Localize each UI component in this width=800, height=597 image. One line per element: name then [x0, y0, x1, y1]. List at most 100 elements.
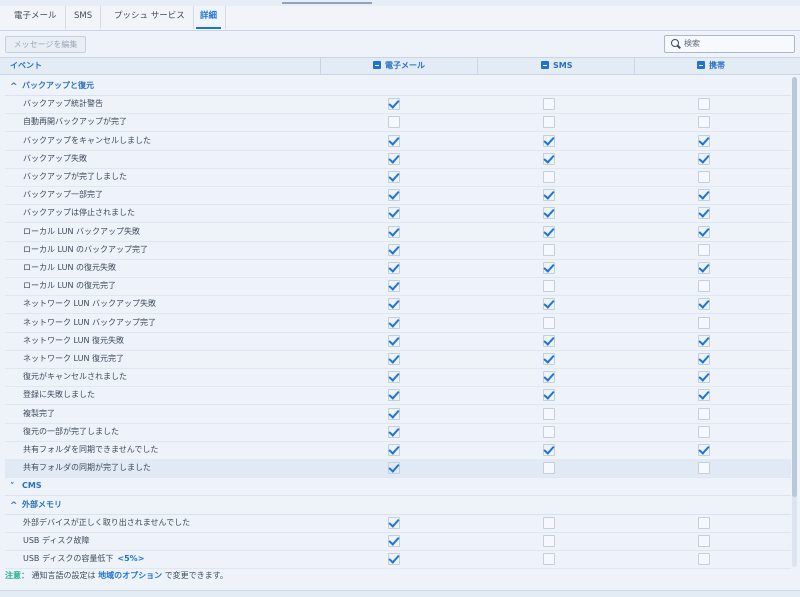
email-checkbox[interactable]	[388, 407, 400, 420]
table-row[interactable]: バックアップが完了しました	[5, 168, 791, 187]
mobile-checkbox[interactable]	[698, 280, 710, 293]
sms-checkbox[interactable]	[543, 225, 555, 238]
email-checkbox[interactable]	[388, 553, 400, 566]
email-checkbox[interactable]	[388, 243, 400, 256]
tab-email[interactable]: 電子メール	[6, 6, 66, 29]
sms-checkbox[interactable]	[543, 171, 555, 183]
table-row[interactable]: バックアップをキャンセルしました	[5, 132, 791, 151]
table-row[interactable]: 復元がキャンセルされました	[5, 368, 791, 388]
table-row[interactable]: ネットワーク LUN 復元失敗	[5, 332, 791, 351]
email-checkbox[interactable]	[388, 171, 400, 183]
mobile-checkbox[interactable]	[698, 444, 710, 456]
mobile-checkbox[interactable]	[698, 152, 710, 165]
table-row[interactable]: 複製完了	[5, 405, 791, 424]
table-row[interactable]: ネットワーク LUN バックアップ失敗	[5, 295, 791, 315]
mobile-checkbox[interactable]	[698, 243, 710, 256]
mobile-checkbox[interactable]	[698, 262, 710, 274]
table-row[interactable]: バックアップ失敗	[5, 150, 791, 169]
email-checkbox[interactable]	[388, 262, 400, 274]
email-checkbox[interactable]	[388, 298, 400, 311]
mobile-checkbox[interactable]	[698, 298, 710, 311]
sms-checkbox[interactable]	[543, 371, 555, 384]
chevron-up-icon[interactable]: ^	[10, 497, 18, 515]
email-checkbox[interactable]	[388, 225, 400, 238]
table-row[interactable]: 共有フォルダを同期できませんでした	[5, 441, 791, 460]
scrollbar-thumb[interactable]	[792, 77, 797, 497]
mobile-checkbox[interactable]	[698, 425, 710, 438]
chevron-up-icon[interactable]: ^	[10, 78, 18, 96]
table-row[interactable]: 復元の一部が完了しました	[5, 423, 791, 442]
email-checkbox[interactable]	[388, 189, 400, 202]
email-checkbox[interactable]	[388, 116, 400, 129]
mobile-checkbox[interactable]	[698, 207, 710, 220]
email-checkbox[interactable]	[388, 425, 400, 438]
table-row[interactable]: USB ディスクの容量低下 <5%>	[5, 550, 791, 570]
scrollbar[interactable]	[792, 77, 797, 567]
table-row[interactable]: 外部デバイスが正しく取り出されませんでした	[5, 514, 791, 533]
mobile-checkbox[interactable]	[698, 371, 710, 384]
sms-checkbox[interactable]	[543, 316, 555, 329]
table-row[interactable]: 登録に失敗しました	[5, 386, 791, 406]
sms-checkbox[interactable]	[543, 152, 555, 165]
mobile-checkbox[interactable]	[698, 389, 710, 402]
email-checkbox[interactable]	[388, 316, 400, 329]
table-row[interactable]: 自動再開バックアップが完了	[5, 113, 791, 133]
table-row[interactable]: ローカル LUN の復元失敗	[5, 259, 791, 278]
table-row[interactable]: バックアップ一部完了	[5, 186, 791, 206]
mobile-checkbox[interactable]	[698, 334, 710, 347]
email-checkbox[interactable]	[388, 134, 400, 147]
sms-checkbox[interactable]	[543, 407, 555, 420]
search-box[interactable]	[664, 35, 795, 53]
sms-checkbox[interactable]	[543, 298, 555, 311]
email-select-all-checkbox[interactable]	[373, 61, 381, 69]
sms-checkbox[interactable]	[543, 444, 555, 456]
sms-checkbox[interactable]	[543, 353, 555, 365]
mobile-checkbox[interactable]	[698, 171, 710, 183]
column-header-event[interactable]: イベント	[10, 58, 42, 74]
mobile-checkbox[interactable]	[698, 462, 710, 475]
mobile-checkbox[interactable]	[698, 535, 710, 547]
mobile-checkbox[interactable]	[698, 553, 710, 566]
mobile-checkbox[interactable]	[698, 189, 710, 202]
sms-checkbox[interactable]	[543, 189, 555, 202]
sms-checkbox[interactable]	[543, 98, 555, 111]
table-row[interactable]: 共有フォルダの同期が完了しました	[5, 459, 791, 479]
sms-checkbox[interactable]	[543, 389, 555, 402]
mobile-select-all-checkbox[interactable]	[697, 61, 705, 69]
tab-advanced[interactable]: 詳細	[192, 6, 227, 29]
sms-checkbox[interactable]	[543, 134, 555, 147]
sms-checkbox[interactable]	[543, 280, 555, 293]
group-header[interactable]: ^ 外部メモリ	[5, 496, 791, 515]
table-row[interactable]: USB ディスク故障	[5, 532, 791, 551]
email-checkbox[interactable]	[388, 152, 400, 165]
email-checkbox[interactable]	[388, 389, 400, 402]
search-input[interactable]	[684, 37, 784, 50]
group-header[interactable]: ˅ CMS	[5, 477, 791, 497]
email-checkbox[interactable]	[388, 462, 400, 475]
table-row[interactable]: バックアップ統計警告	[5, 95, 791, 115]
sms-select-all-checkbox[interactable]	[541, 61, 549, 69]
regional-options-link[interactable]: 地域のオプション	[98, 571, 162, 580]
edit-message-button[interactable]: メッセージを編集	[5, 36, 86, 53]
sms-checkbox[interactable]	[543, 207, 555, 220]
column-header-mobile[interactable]: 携帯	[697, 58, 725, 74]
tab-sms[interactable]: SMS	[66, 6, 102, 29]
sms-checkbox[interactable]	[543, 535, 555, 547]
email-checkbox[interactable]	[388, 535, 400, 547]
email-checkbox[interactable]	[388, 516, 400, 529]
table-row[interactable]: バックアップは停止されました	[5, 204, 791, 224]
sms-checkbox[interactable]	[543, 116, 555, 129]
chevron-down-icon[interactable]: ˅	[10, 478, 15, 496]
sms-checkbox[interactable]	[543, 262, 555, 274]
column-header-sms[interactable]: SMS	[541, 58, 572, 74]
group-header[interactable]: ^ バックアップと復元	[5, 77, 791, 96]
mobile-checkbox[interactable]	[698, 116, 710, 129]
tab-push-service[interactable]: プッシュ サービス	[106, 6, 194, 29]
email-checkbox[interactable]	[388, 334, 400, 347]
email-checkbox[interactable]	[388, 353, 400, 365]
table-row[interactable]: ローカル LUN の復元完了	[5, 277, 791, 297]
email-checkbox[interactable]	[388, 98, 400, 111]
mobile-checkbox[interactable]	[698, 407, 710, 420]
email-checkbox[interactable]	[388, 371, 400, 384]
mobile-checkbox[interactable]	[698, 353, 710, 365]
